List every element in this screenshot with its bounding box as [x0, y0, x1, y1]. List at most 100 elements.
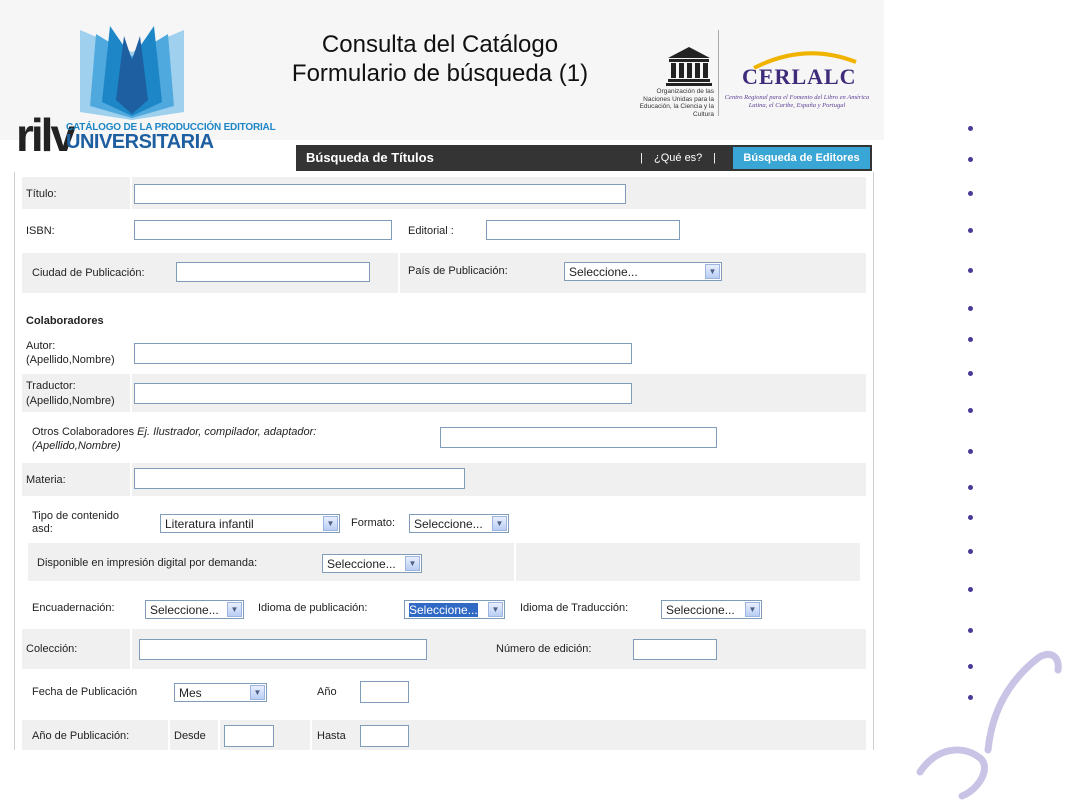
- titulo-label: Título:: [26, 188, 57, 200]
- materia-label: Materia:: [26, 474, 66, 486]
- unesco-temple-icon: [666, 47, 712, 86]
- nav-separator: |: [640, 152, 643, 164]
- decor-bullet: [968, 449, 973, 454]
- nav-separator: |: [713, 152, 716, 164]
- editorial-input[interactable]: [486, 220, 680, 240]
- decor-bullet: [968, 337, 973, 342]
- decor-bullet: [968, 549, 973, 554]
- ciudad-label: Ciudad de Publicación:: [32, 267, 145, 279]
- decor-bullet: [968, 408, 973, 413]
- anio-label: Año: [317, 686, 337, 698]
- cell-divider: [168, 720, 170, 750]
- tipo-contenido-select[interactable]: Literatura infantil ▼: [160, 514, 340, 533]
- hasta-label: Hasta: [317, 730, 346, 742]
- mes-select[interactable]: Mes ▼: [174, 683, 267, 702]
- isbn-input[interactable]: [134, 220, 392, 240]
- idioma-traduccion-label: Idioma de Traducción:: [520, 602, 629, 614]
- formato-select[interactable]: Seleccione... ▼: [409, 514, 509, 533]
- otros-hint: (Apellido,Nombre): [32, 440, 121, 452]
- coleccion-input[interactable]: [139, 639, 427, 660]
- rilv-name: UNIVERSITARIA: [66, 131, 214, 153]
- decor-bullet: [968, 191, 973, 196]
- desde-label: Desde: [174, 730, 206, 742]
- disponible-select[interactable]: Seleccione... ▼: [322, 554, 422, 573]
- chevron-down-icon: ▼: [405, 556, 420, 571]
- cell-divider: [130, 374, 132, 412]
- chevron-down-icon: ▼: [323, 516, 338, 531]
- formato-label: Formato:: [351, 517, 396, 529]
- pais-select-value: Seleccione...: [569, 265, 638, 279]
- chevron-down-icon: ▼: [745, 602, 760, 617]
- encuadernacion-select-value: Seleccione...: [150, 603, 219, 617]
- decor-bullet: [968, 587, 973, 592]
- colaboradores-heading: Colaboradores: [26, 315, 104, 327]
- encuadernacion-select[interactable]: Seleccione... ▼: [145, 600, 244, 619]
- pais-select[interactable]: Seleccione... ▼: [564, 262, 722, 281]
- tipo-contenido-label: Tipo de contenido: [32, 510, 120, 522]
- autor-hint: (Apellido,Nombre): [26, 354, 115, 366]
- slide-title-line2: Formulario de búsqueda (1): [291, 60, 589, 87]
- cell-divider: [130, 463, 132, 496]
- decor-bullet: [968, 157, 973, 162]
- idioma-traduccion-select[interactable]: Seleccione... ▼: [661, 600, 762, 619]
- otros-colaboradores-input[interactable]: [440, 427, 717, 448]
- mes-select-value: Mes: [179, 686, 202, 700]
- autor-label: Autor:: [26, 340, 56, 352]
- cell-divider: [310, 720, 312, 750]
- busqueda-editores-button[interactable]: Búsqueda de Editores: [733, 147, 870, 169]
- idioma-publicacion-value: Seleccione...: [409, 603, 478, 617]
- chevron-down-icon: ▼: [227, 602, 242, 617]
- cerlalc-description: Centro Regional para el Fomento del Libr…: [724, 94, 870, 109]
- desde-input[interactable]: [224, 725, 274, 747]
- encuadernacion-label: Encuadernación:: [32, 602, 115, 614]
- disponible-select-value: Seleccione...: [327, 557, 396, 571]
- decor-bullet: [968, 306, 973, 311]
- otros-colaboradores-label: Otros Colaboradores Ej. Ilustrador, comp…: [32, 426, 316, 439]
- pais-label: País de Publicación:: [408, 265, 508, 277]
- anio-publicacion-label: Año de Publicación:: [32, 730, 130, 742]
- decor-bullet: [968, 628, 973, 633]
- rilv-book-logo-icon: [80, 26, 184, 120]
- idioma-publicacion-label: Idioma de publicación:: [258, 602, 368, 614]
- numero-edicion-label: Número de edición:: [496, 643, 592, 655]
- traductor-hint: (Apellido,Nombre): [26, 395, 115, 407]
- cell-divider: [130, 629, 132, 669]
- cell-divider: [398, 253, 400, 293]
- nav-title: Búsqueda de Títulos: [306, 150, 434, 165]
- slide-title: Consulta del Catálogo Formulario de búsq…: [180, 30, 700, 88]
- idioma-publicacion-select[interactable]: Seleccione... ▼: [404, 600, 505, 619]
- cell-divider: [130, 177, 132, 209]
- anio-input[interactable]: [360, 681, 409, 703]
- traductor-label: Traductor:: [26, 380, 76, 392]
- hasta-input[interactable]: [360, 725, 409, 747]
- ciudad-input[interactable]: [176, 262, 370, 282]
- rilv-wordmark: rilv: [16, 109, 76, 161]
- nav-link-que-es[interactable]: ¿Qué es?: [654, 152, 702, 164]
- disponible-label: Disponible en impresión digital por dema…: [37, 557, 258, 569]
- tipo-contenido-label-line2: asd:: [32, 523, 53, 535]
- cell-divider: [218, 720, 220, 750]
- editorial-label: Editorial :: [408, 225, 454, 237]
- cerlalc-name: CERLALC: [742, 64, 857, 89]
- numero-edicion-input[interactable]: [633, 639, 717, 660]
- titulo-input[interactable]: [134, 184, 626, 204]
- autor-input[interactable]: [134, 343, 632, 364]
- otros-label-text: Otros Colaboradores: [32, 426, 135, 438]
- logo-divider: [718, 30, 719, 116]
- chevron-down-icon: ▼: [488, 602, 503, 617]
- materia-input[interactable]: [134, 468, 465, 489]
- tipo-contenido-value: Literatura infantil: [165, 517, 254, 531]
- decor-bullet: [968, 228, 973, 233]
- traductor-input[interactable]: [134, 383, 632, 404]
- decor-bullet: [968, 485, 973, 490]
- decor-bullet: [968, 126, 973, 131]
- otros-example-text: Ej. Ilustrador, compilador, adaptador:: [137, 426, 317, 438]
- decor-bullet: [968, 371, 973, 376]
- decorative-swirl: [916, 651, 1062, 800]
- cell-divider: [514, 543, 516, 581]
- unesco-caption: Organización de las Naciones Unidas para…: [639, 88, 714, 118]
- coleccion-label: Colección:: [26, 643, 78, 655]
- chevron-down-icon: ▼: [492, 516, 507, 531]
- fecha-publicacion-label: Fecha de Publicación: [32, 686, 138, 698]
- slide-title-line1: Consulta del Catálogo: [321, 31, 559, 58]
